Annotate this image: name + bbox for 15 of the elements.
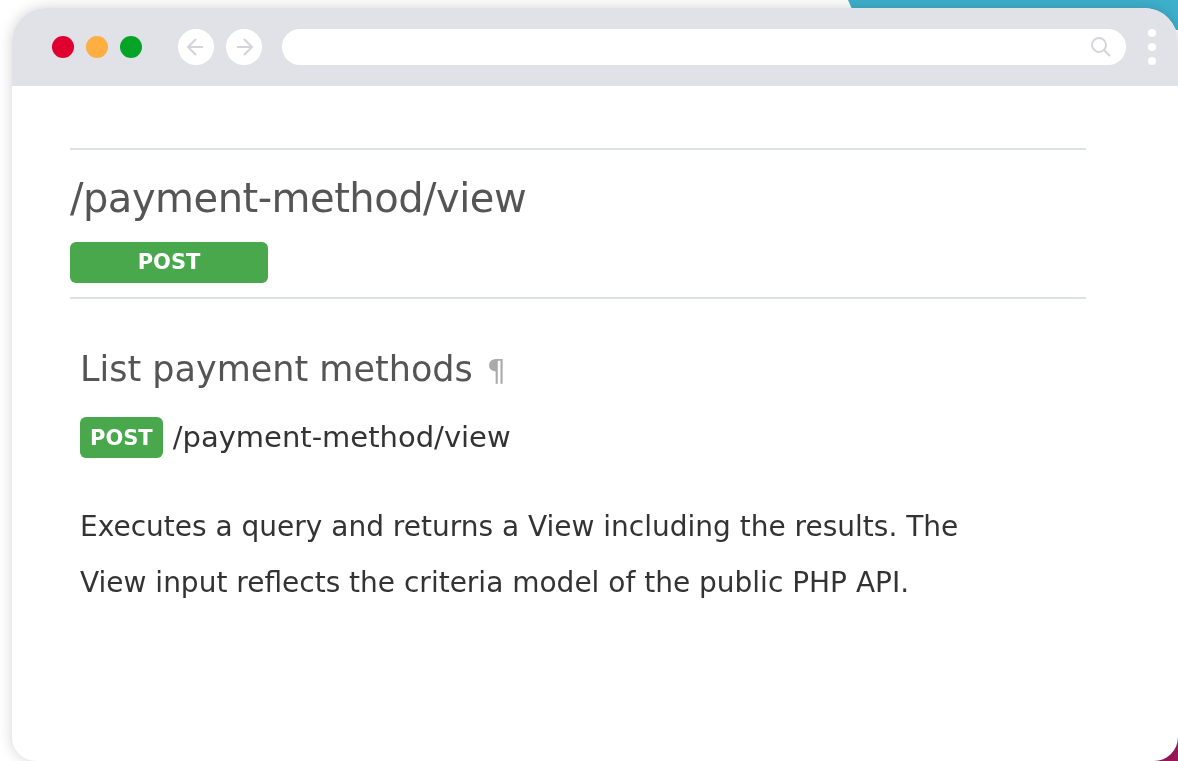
close-dot-icon[interactable]	[52, 36, 74, 58]
anchor-link[interactable]: ¶	[486, 348, 506, 393]
address-bar[interactable]	[282, 29, 1126, 65]
back-button[interactable]	[178, 29, 214, 65]
maximize-dot-icon[interactable]	[120, 36, 142, 58]
forward-button[interactable]	[226, 29, 262, 65]
description-text: Executes a query and returns a View including the results. The View input reflects the criteria model of the public PHP API.	[80, 509, 960, 601]
operation-heading: List payment methods	[80, 348, 473, 391]
minimize-dot-icon[interactable]	[86, 36, 108, 58]
search-icon[interactable]	[1090, 36, 1112, 58]
menu-icon[interactable]	[1148, 29, 1156, 65]
endpoint-path: /payment-method/view	[172, 418, 511, 456]
method-badge: POST	[80, 416, 163, 458]
endpoint-title: /payment-method/view	[70, 174, 528, 223]
method-badge: POST	[70, 242, 268, 283]
